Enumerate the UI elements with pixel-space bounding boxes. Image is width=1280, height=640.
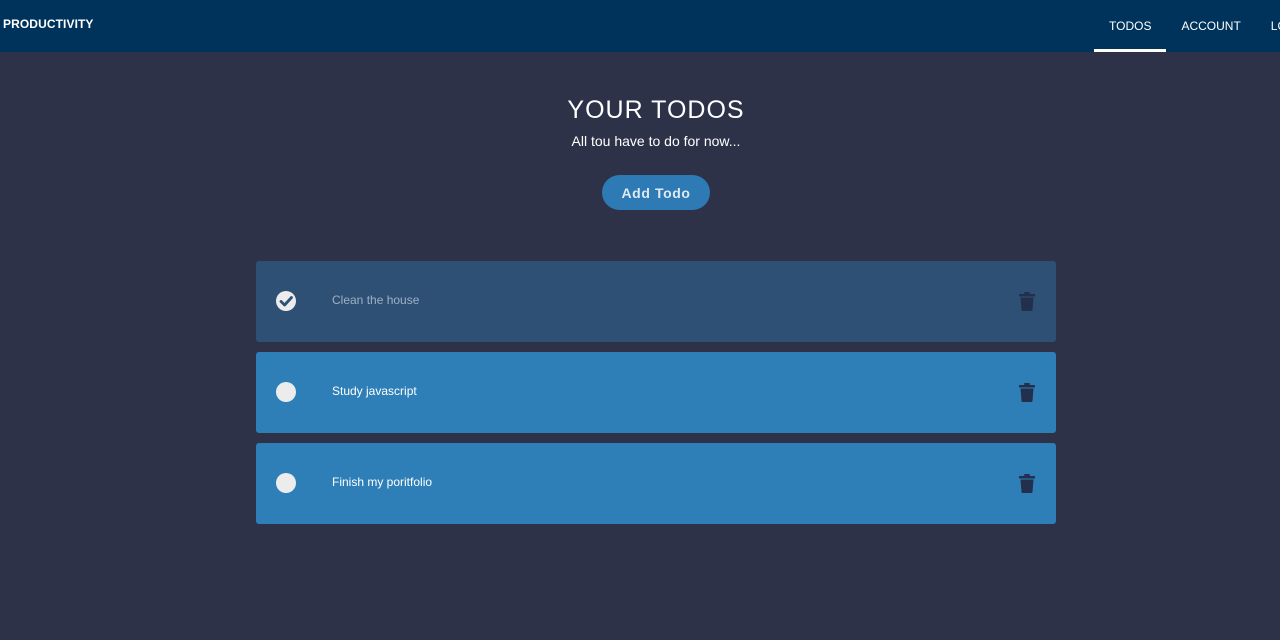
empty-circle-icon[interactable] <box>276 382 296 402</box>
check-circle-icon[interactable] <box>276 291 296 311</box>
nav-link-todos[interactable]: TODOS <box>1094 0 1167 52</box>
nav-link-account[interactable]: ACCOUNT <box>1166 0 1255 52</box>
navbar: PRODUCTIVITY TODOS ACCOUNT LOGOUT <box>0 0 1280 52</box>
todo-text: Clean the house <box>332 293 420 307</box>
empty-circle-icon[interactable] <box>276 473 296 493</box>
trash-icon[interactable] <box>1018 383 1036 402</box>
page-subtitle: All tou have to do for now... <box>571 133 741 149</box>
brand-logo[interactable]: PRODUCTIVITY <box>3 17 94 31</box>
todo-item: Clean the house <box>256 261 1056 342</box>
trash-icon[interactable] <box>1018 474 1036 493</box>
page-title: YOUR TODOS <box>567 96 745 124</box>
nav-link-logout[interactable]: LOGOUT <box>1256 0 1280 52</box>
page-header: YOUR TODOS All tou have to do for now... <box>0 96 1280 149</box>
nav-links: TODOS ACCOUNT LOGOUT <box>1094 0 1280 52</box>
add-todo-button[interactable]: Add Todo <box>602 175 710 210</box>
todo-item: Finish my poritfolio <box>256 443 1056 524</box>
todo-text: Finish my poritfolio <box>332 475 433 489</box>
todo-text: Study javascript <box>332 384 417 398</box>
trash-icon[interactable] <box>1018 292 1036 311</box>
todo-item: Study javascript <box>256 352 1056 433</box>
